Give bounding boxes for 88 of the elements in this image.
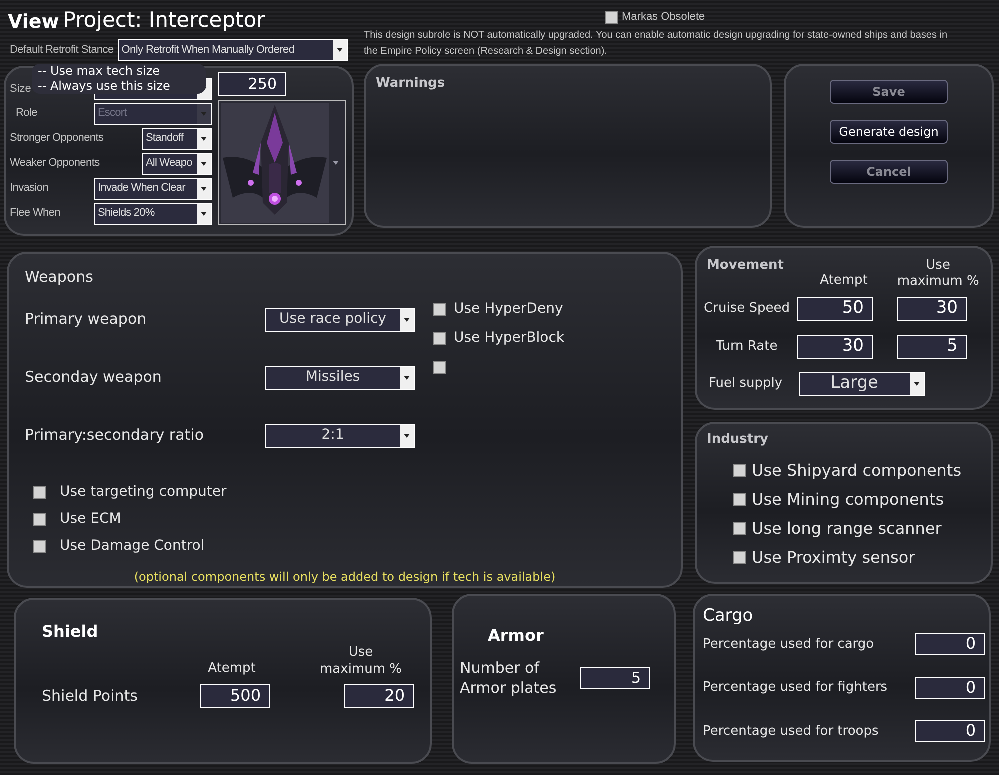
panel-title: Industry [707,431,768,449]
number-field[interactable]: 0 [915,720,985,742]
number-field[interactable]: 500 [200,684,270,708]
field-label: Primary:secondary ratio [25,425,204,446]
dropdown[interactable]: 2:1 [265,424,415,448]
field-label: Percentage used for cargo [703,636,874,654]
checkbox[interactable] [33,512,46,526]
checkbox[interactable] [433,332,446,345]
checkbox-label[interactable]: Use Damage Control [60,536,205,556]
number-field[interactable]: 250 [218,72,286,96]
checkbox-label[interactable]: Use Mining components [752,488,944,512]
checkbox-label[interactable]: Use targeting computer [60,482,227,502]
checkbox-label[interactable]: Use HyperBlock [454,328,565,349]
field-label: Turn Rate [715,338,779,356]
dropdown[interactable]: Use race policy [265,308,415,332]
number-field[interactable]: 5 [897,335,967,359]
checkbox[interactable] [605,10,618,24]
checkbox[interactable] [433,303,446,316]
panel-title: Weapons [25,267,94,288]
notice-text: This design subrole is NOT automatically upgraded. You can enable automatic design upgrading for state-owned ships and bases in the Empire Policy screen (Research & Design section). [364,29,949,59]
window-title: Project: Interceptor [63,6,266,34]
checkbox[interactable] [33,540,46,552]
view-label: View [8,10,60,34]
number-field[interactable]: 0 [915,633,985,656]
caret-icon [404,376,410,380]
field-label: Fuel supply [709,375,783,394]
panel-title: Shield [42,621,98,643]
dropdown[interactable]: Missiles [265,366,415,390]
panel-title: Cargo [703,605,754,628]
number-field[interactable]: 30 [797,335,873,359]
dropdown[interactable]: Standoff [142,128,212,150]
caret-icon [201,212,207,216]
caret-icon [333,160,339,164]
checkbox-label[interactable]: Use ECM [60,508,122,530]
field-label: Number of Armor plates [460,658,558,698]
checkbox[interactable] [733,464,746,477]
column-header: Atempt [207,660,257,678]
field-label: Flee When [10,206,60,222]
caret-icon [201,186,207,190]
checkbox-label[interactable]: Use HyperDeny [454,299,564,320]
column-header: Atempt [819,272,869,290]
button[interactable]: Generate design [830,120,948,144]
field-label: Size [10,82,32,97]
checkbox-label[interactable]: Use Shipyard components [752,458,962,482]
number-field[interactable]: 0 [915,676,985,699]
menu-item[interactable]: -- Use max tech size [38,64,200,79]
dropdown[interactable]: Large [798,372,925,396]
checkbox[interactable] [733,493,746,506]
dropdown[interactable]: Only Retrofit When Manually Ordered [118,39,348,61]
checkbox[interactable] [33,486,46,498]
field-label: Weaker Opponents [10,156,100,172]
checkbox-label[interactable]: Use long range scanner [752,516,942,540]
number-field[interactable]: 20 [344,684,414,708]
field-label: Invasion [10,181,49,196]
column-header: Use maximum % [319,644,403,678]
field-label: Cruise Speed [703,300,791,318]
dropdown[interactable]: Shields 20% [94,202,212,224]
number-field[interactable]: 30 [897,297,967,321]
panel-title: Movement [706,257,785,275]
caret-icon [201,162,207,166]
caret-icon [201,136,207,140]
field-label: Percentage used for fighters [703,679,888,697]
number-field[interactable]: 5 [580,667,650,689]
field-label: Role [15,106,38,122]
checkbox-label[interactable]: Markas Obsolete [622,8,706,26]
field-label: Seconday weapon [25,367,162,388]
field-label: Default Retrofit Stance [10,42,114,58]
caret-icon [404,318,410,322]
dropdown[interactable]: Invade When Clear [94,178,212,200]
panel-title: Armor [487,625,544,647]
field-label: Percentage used for troops [703,722,879,740]
checkbox[interactable] [733,522,746,535]
caret-icon [201,112,207,116]
number-field[interactable]: 50 [797,297,873,321]
checkbox-label[interactable]: Use Proximty sensor [752,546,916,570]
caret-icon [336,48,343,52]
dropdown[interactable]: All Weapo [142,152,212,174]
checkbox[interactable] [733,551,746,564]
caret-icon [404,434,410,438]
caret-icon [914,382,920,386]
field-label: Shield Points [42,686,139,707]
field-label: Stronger Opponents [10,131,104,146]
panel-title: Warnings [376,75,446,93]
column-header: Use maximum % [896,258,980,290]
checkbox[interactable] [433,361,446,374]
hint-text: (optional components will only be added to design if tech is available) [134,568,556,586]
field-label: Primary weapon [25,309,147,330]
menu-item[interactable]: -- Always use this size [38,79,200,94]
